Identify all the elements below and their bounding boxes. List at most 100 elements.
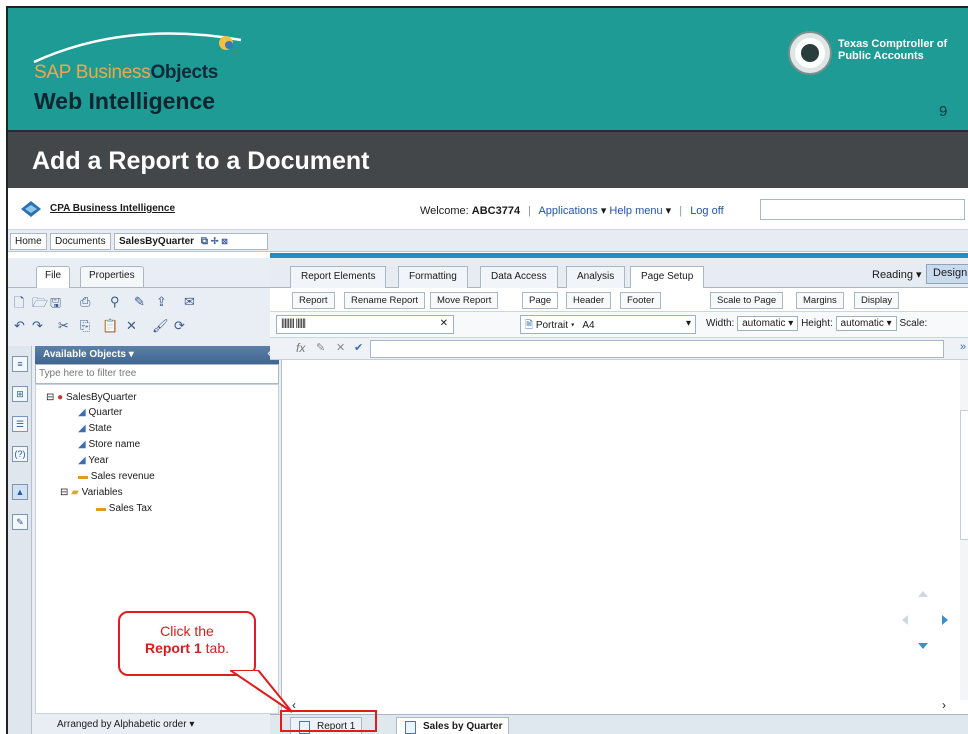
tree-item-store-name[interactable]: ◢ Store name [78,439,140,450]
tab-properties[interactable]: Properties [80,266,144,287]
print-icon[interactable]: ⎙ [80,294,90,310]
save-icon[interactable]: 🖫 [50,294,61,316]
tree-root[interactable]: ⊟ ● SalesByQuarter [46,392,137,403]
tab-formatting[interactable]: Formatting [398,266,468,288]
collapse-toggle-icon[interactable]: ⊟ [60,487,68,498]
chevron-down-icon[interactable]: ▾ [129,349,134,360]
paste-icon[interactable]: 📋 [102,318,118,334]
org-name: Texas Comptroller of Public Accounts [838,38,948,62]
input-controls-icon[interactable]: ☰ [12,416,28,432]
cancel-formula-icon[interactable]: ✕ [336,341,345,354]
app-name[interactable]: CPA Business Intelligence [50,203,175,214]
track-icon[interactable]: ✎ [134,294,145,310]
width-label: Width: [706,318,735,329]
tab-sales-by-quarter[interactable]: Sales by Quarter [396,717,510,734]
web-services-icon[interactable]: ✎ [12,514,28,530]
expand-formula-icon[interactable]: » [960,341,966,353]
tree-item-year[interactable]: ◢ Year [78,455,109,466]
callout-pointer-icon [230,670,293,713]
width-select[interactable]: automatic ▾ [737,316,799,331]
horizontal-scrollbar[interactable]: ‹ › [288,698,968,714]
clear-icon[interactable]: ✕ [440,318,448,329]
paper-size-value: A4 [582,320,595,331]
tab-documents[interactable]: Documents [50,233,111,250]
export-icon[interactable]: ⇪ [156,294,167,310]
report-pane: Report Elements Formatting Data Access A… [270,258,968,734]
help-menu[interactable]: Help menu [609,205,662,217]
applications-menu[interactable]: Applications [538,205,597,217]
document-tabs: Home Documents SalesByQuarter ⧉ ✢ ⊠ [8,230,968,252]
subtab-display[interactable]: Display [854,292,900,309]
mail-icon[interactable]: ✉ [184,294,195,310]
tab-page-setup[interactable]: Page Setup [630,266,705,288]
new-doc-icon[interactable]: 🗋 [14,294,24,316]
find-icon[interactable]: ⚲ [110,294,120,310]
undo-icon[interactable]: ↶ [14,318,25,334]
available-objects-icon[interactable]: ▲ [12,484,28,500]
user-name: ABC3774 [471,205,521,217]
subtab-margins[interactable]: Margins [796,292,844,309]
callout-bold: Report 1 [144,640,202,656]
redo-icon[interactable]: ↷ [32,318,43,334]
tree-item-state[interactable]: ◢ State [78,423,112,434]
tab-report-elements[interactable]: Report Elements [290,266,387,288]
logoff-link[interactable]: Log off [690,205,723,217]
report-canvas[interactable] [288,360,960,702]
restore-icon[interactable]: ⧉ [201,236,208,247]
document-summary-icon[interactable]: ≡ [12,356,28,372]
data-tracking-icon[interactable]: (?) [12,446,28,462]
format-painter-icon[interactable]: 🖌 [152,318,169,334]
tab-data-access[interactable]: Data Access [480,266,558,288]
barcode-icon: |||||||| |||||| [281,318,306,329]
instruction-callout: Click the Report 1 tab. [118,611,256,676]
subtab-footer[interactable]: Footer [620,292,662,309]
tree-item-quarter[interactable]: ◢ Quarter [78,407,122,418]
collapse-toggle-icon[interactable]: ⊟ [46,392,54,403]
welcome-label: Welcome: [420,205,469,217]
height-select[interactable]: automatic ▾ [835,316,897,331]
scroll-right-icon[interactable]: › [942,698,946,712]
tree-item-sales-tax[interactable]: ▬ Sales Tax [96,503,152,514]
tab-file[interactable]: File [36,266,71,288]
folder-icon: ▰ [71,487,79,498]
filter-tree-input[interactable]: Type here to filter tree [35,364,279,384]
subtab-move-report[interactable]: Move Report [430,292,499,309]
refresh-icon[interactable]: ⟳ [174,318,185,334]
app-topbar: CPA Business Intelligence Welcome: ABC37… [8,188,968,230]
formula-editor-icon[interactable]: ✎ [316,341,325,354]
tab-analysis[interactable]: Analysis [566,266,626,288]
report-map-icon[interactable]: ⊞ [12,386,28,402]
subtab-report[interactable]: Report [292,292,335,309]
design-mode[interactable]: Design [926,264,968,284]
navigation-arrows-icon[interactable] [888,585,958,655]
cut-icon[interactable]: ✂ [58,318,69,334]
chevron-down-icon: ▾ [189,719,195,730]
validate-formula-icon[interactable]: ✔ [354,341,363,354]
delete-icon[interactable]: ✕ [126,318,137,334]
reading-mode[interactable]: Reading ▾ [872,268,922,281]
open-folder-icon[interactable]: 🗁 [32,294,48,316]
brand-part1: SAP Business [34,62,151,83]
subtab-rename-report[interactable]: Rename Report [344,292,426,309]
report-name-field[interactable]: |||||||| |||||| ✕ [276,315,454,334]
tree-item-label: Store name [88,439,141,450]
vertical-scrollbar[interactable] [960,360,968,700]
search-input[interactable] [760,199,965,220]
orientation-select[interactable]: 🗎 Portrait ▾ A4 ▾ [520,315,696,334]
callout-line1: Click the [160,623,214,639]
formula-input[interactable] [370,340,944,358]
fx-icon[interactable]: fx [296,341,305,355]
tree-item-sales-revenue[interactable]: ▬ Sales revenue [78,471,155,482]
close-icon[interactable]: ⊠ [221,236,227,247]
tab-home[interactable]: Home [10,233,47,250]
subtab-header[interactable]: Header [566,292,612,309]
measure-icon: ▬ [78,471,88,482]
pin-icon[interactable]: ✢ [211,236,219,247]
tab-salesbyquarter[interactable]: SalesByQuarter ⧉ ✢ ⊠ [114,233,268,250]
copy-icon[interactable]: ⎘ [80,318,90,334]
subtab-scale-to-page[interactable]: Scale to Page [710,292,784,309]
cpa-logo-icon [21,201,41,217]
tree-folder-variables[interactable]: ⊟ ▰ Variables [60,487,123,498]
arranged-by[interactable]: Arranged by Alphabetic order ▾ [35,716,279,734]
subtab-page[interactable]: Page [522,292,559,309]
